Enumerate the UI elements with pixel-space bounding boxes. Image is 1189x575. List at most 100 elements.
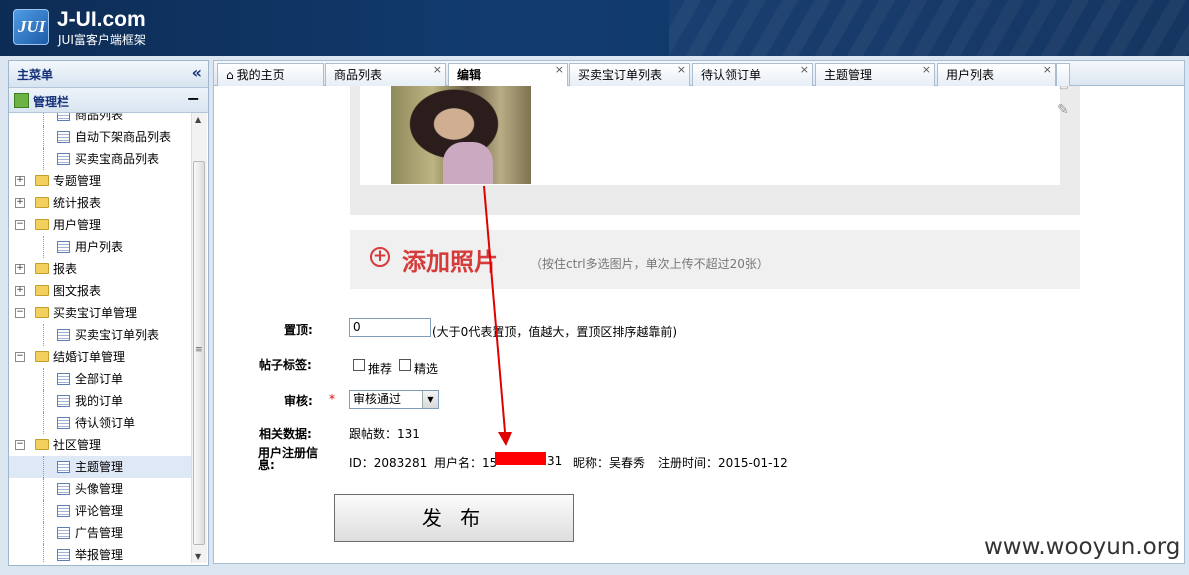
sidebar-item-label: 全部订单 [75, 372, 124, 386]
tab-bar: ⌂ 我的主页 商品列表 × 编辑 × 买卖宝订单列表 × 待认领订单 × 主题管理 × 用户列表 × [213, 60, 1185, 87]
sidebar-item[interactable]: 待认领订单 [9, 412, 191, 434]
sidebar-folder[interactable]: − 用户管理 [9, 214, 191, 236]
page-icon [57, 461, 70, 473]
sidebar-item[interactable]: 自动下架商品列表 [9, 126, 191, 148]
tab-label: 待认领订单 [701, 68, 762, 82]
tab-4[interactable]: 买卖宝订单列表 × [569, 63, 690, 86]
sidebar-folder[interactable]: − 买卖宝订单管理 [9, 302, 191, 324]
tree-line [43, 412, 44, 434]
sidebar-item-label: 用户列表 [75, 240, 124, 254]
close-tab-icon[interactable]: × [922, 59, 931, 81]
sidebar-folder[interactable]: + 图文报表 [9, 280, 191, 302]
sidebar-item-label: 举报管理 [75, 548, 124, 562]
sidebar-item[interactable]: 主题管理 [9, 456, 191, 478]
tree-line [43, 390, 44, 412]
tab-7[interactable]: 用户列表 × [937, 63, 1056, 86]
folder-icon [35, 219, 49, 230]
scroll-down-icon[interactable]: ▼ [195, 552, 201, 561]
expand-node-icon[interactable]: + [15, 264, 25, 274]
panel-header-management[interactable]: 管理栏 − [9, 88, 208, 113]
page-icon [57, 505, 70, 517]
collapse-node-icon[interactable]: − [15, 220, 25, 230]
edit-panel: ✦ ▭ ✎ + 添加照片 （按住ctrl多选图片，单次上传不超过20张） 置顶:… [213, 86, 1185, 564]
app-subtitle: JUI富客户端框架 [58, 33, 146, 47]
tab-scroll-icon[interactable] [1056, 63, 1070, 86]
tree-line [43, 368, 44, 390]
annotation-arrow [483, 185, 512, 446]
page-icon [57, 483, 70, 495]
folder-icon [35, 285, 49, 296]
tab-label: 买卖宝订单列表 [578, 68, 663, 82]
expand-node-icon[interactable]: + [15, 198, 25, 208]
sidebar-item[interactable]: 商品列表 [9, 113, 191, 126]
page-icon [57, 549, 70, 561]
sidebar-header: 主菜单 « [9, 61, 208, 88]
sidebar-item[interactable]: 买卖宝商品列表 [9, 148, 191, 170]
sidebar-scrollbar[interactable]: ▲ ≡ ▼ [191, 113, 207, 563]
tab-6[interactable]: 主题管理 × [815, 63, 935, 86]
sidebar-folder[interactable]: − 社区管理 [9, 434, 191, 456]
sidebar-item[interactable]: 买卖宝订单列表 [9, 324, 191, 346]
sidebar-folder-label: 专题管理 [53, 174, 102, 188]
sidebar-item[interactable]: 全部订单 [9, 368, 191, 390]
sidebar-folder[interactable]: + 报表 [9, 258, 191, 280]
tab-label: 用户列表 [946, 68, 995, 82]
sidebar-item-label: 买卖宝商品列表 [75, 152, 160, 166]
tab-5[interactable]: 待认领订单 × [692, 63, 813, 86]
page-icon [57, 113, 70, 121]
menu-tree: 商品列表自动下架商品列表 买卖宝商品列表 + 专题管理 + 统计报表 − 用户管理用户列表 + 报… [9, 113, 191, 563]
sidebar-folder[interactable]: + 统计报表 [9, 192, 191, 214]
sidebar-folder-label: 图文报表 [53, 284, 102, 298]
sidebar-item[interactable]: 评论管理 [9, 500, 191, 522]
tab-1[interactable]: ⌂ 我的主页 [217, 63, 324, 86]
sidebar-item[interactable]: 举报管理 [9, 544, 191, 563]
panel-collapse-icon[interactable]: − [187, 89, 200, 108]
collapse-node-icon[interactable]: − [15, 440, 25, 450]
tab-label: 编辑 [457, 68, 482, 82]
folder-icon [35, 439, 49, 450]
sidebar-folder-label: 报表 [53, 262, 78, 276]
tree-line [43, 478, 44, 500]
tree-line [43, 324, 44, 346]
close-tab-icon[interactable]: × [677, 59, 686, 81]
sidebar-item-label: 自动下架商品列表 [75, 130, 172, 144]
collapse-node-icon[interactable]: − [15, 308, 25, 318]
page-icon [57, 329, 70, 341]
sidebar: 主菜单 « 管理栏 − 商品列表自动下架商品列表 买卖宝商品列表 + 专题管理 + 统计报… [8, 60, 209, 566]
expand-node-icon[interactable]: + [15, 286, 25, 296]
sidebar-folder[interactable]: − 结婚订单管理 [9, 346, 191, 368]
scroll-up-icon[interactable]: ▲ [195, 115, 201, 124]
sidebar-folder[interactable]: + 专题管理 [9, 170, 191, 192]
close-tab-icon[interactable]: × [1043, 59, 1052, 81]
page-icon [57, 395, 70, 407]
collapse-node-icon[interactable]: − [15, 352, 25, 362]
home-icon: ⌂ [226, 68, 234, 82]
collapse-sidebar-icon[interactable]: « [192, 63, 202, 82]
close-tab-icon[interactable]: × [800, 59, 809, 81]
sidebar-item[interactable]: 用户列表 [9, 236, 191, 258]
expand-node-icon[interactable]: + [15, 176, 25, 186]
page-icon [57, 153, 70, 165]
folder-icon [35, 175, 49, 186]
app-header: JUI J-UI.com JUI富客户端框架 [0, 0, 1189, 56]
page-icon [57, 131, 70, 143]
tree-line [43, 544, 44, 563]
folder-icon [35, 197, 49, 208]
sidebar-item[interactable]: 我的订单 [9, 390, 191, 412]
folder-icon [35, 351, 49, 362]
tab-label: 商品列表 [334, 68, 383, 82]
sidebar-item-label: 待认领订单 [75, 416, 136, 430]
close-tab-icon[interactable]: × [555, 59, 564, 81]
tab-2[interactable]: 商品列表 × [325, 63, 446, 86]
sidebar-item[interactable]: 头像管理 [9, 478, 191, 500]
sidebar-item-label: 买卖宝订单列表 [75, 328, 160, 342]
page-icon [57, 373, 70, 385]
scroll-grip-icon: ≡ [195, 345, 203, 355]
sidebar-folder-label: 社区管理 [53, 438, 102, 452]
tree-line [43, 126, 44, 148]
sidebar-item[interactable]: 广告管理 [9, 522, 191, 544]
close-tab-icon[interactable]: × [433, 59, 442, 81]
tree-line [43, 236, 44, 258]
tab-3[interactable]: 编辑 × [448, 63, 568, 87]
header-decoration [669, 0, 1189, 56]
